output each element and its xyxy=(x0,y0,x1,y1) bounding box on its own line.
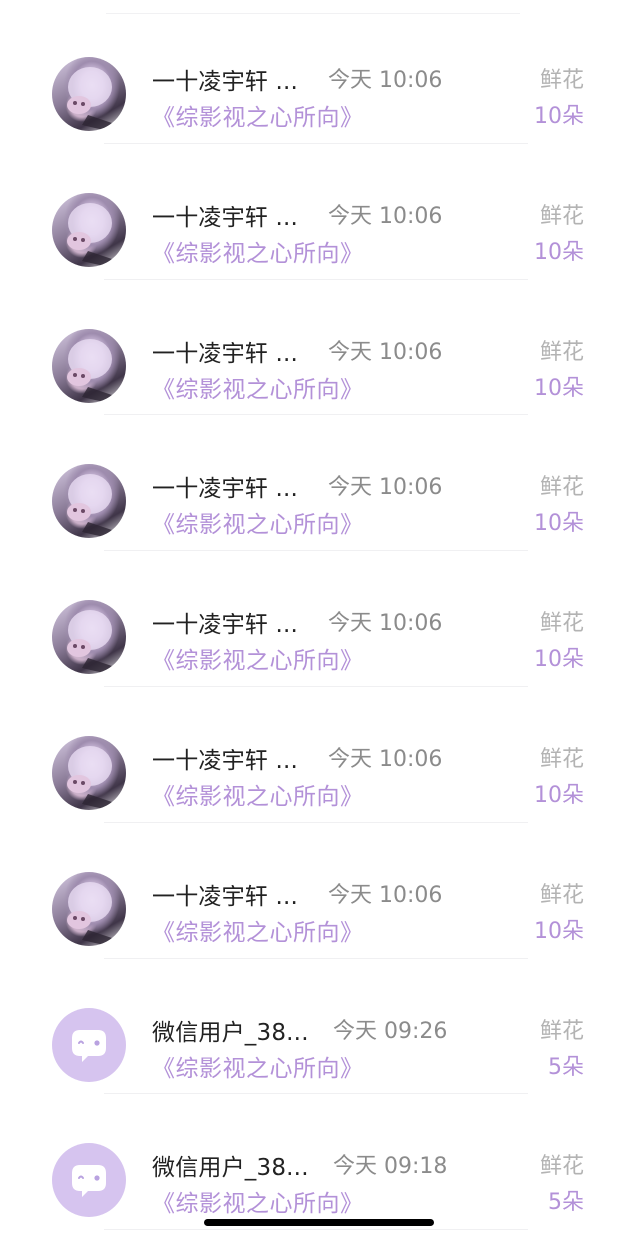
user-avatar[interactable] xyxy=(52,57,126,131)
gift-count: 10朵 xyxy=(534,375,584,401)
book-title-link[interactable]: 《综影视之心所向》 xyxy=(152,505,364,539)
book-title-link[interactable]: 《综影视之心所向》 xyxy=(152,641,364,675)
gift-type: 鲜花 xyxy=(539,1018,584,1044)
gift-count: 10朵 xyxy=(534,104,584,129)
list-item[interactable]: 一十凌宇轩 ... 今天 10:06 《综影视之心所向》 鲜花 10朵 xyxy=(0,550,640,687)
gift-count: 10朵 xyxy=(534,239,584,265)
gift-count: 10朵 xyxy=(534,647,584,673)
user-name: 一十凌宇轩 ... xyxy=(152,612,299,639)
user-avatar[interactable] xyxy=(52,871,126,946)
gift-type: 鲜花 xyxy=(539,746,584,772)
user-name: 一十凌宇轩 ... xyxy=(152,747,299,774)
book-title-link[interactable]: 《综影视之心所向》 xyxy=(152,98,364,132)
gift-type: 鲜花 xyxy=(539,68,584,93)
gift-type: 鲜花 xyxy=(539,203,584,229)
timestamp: 今天 10:06 xyxy=(328,746,443,772)
list-item[interactable]: 一十凌宇轩 ... 今天 10:06 《综影视之心所向》 鲜花 10朵 xyxy=(0,279,640,416)
user-name: 一十凌宇轩 ... xyxy=(152,340,299,367)
user-name: 一十凌宇轩 ... xyxy=(152,476,299,503)
timestamp: 今天 10:06 xyxy=(328,203,443,229)
user-name: 微信用户_38... xyxy=(152,1019,309,1046)
timestamp: 今天 10:06 xyxy=(328,611,443,637)
gift-type: 鲜花 xyxy=(539,475,584,501)
user-name: 一十凌宇轩 ... xyxy=(152,883,299,910)
book-title-link[interactable]: 《综影视之心所向》 xyxy=(152,1184,364,1218)
gift-count: 5朵 xyxy=(548,1054,584,1080)
timestamp: 今天 10:06 xyxy=(328,475,443,501)
gift-type: 鲜花 xyxy=(539,339,584,365)
gift-type: 鲜花 xyxy=(539,882,584,908)
list-item[interactable]: 一十凌宇轩 ... 今天 10:06 《综影视之心所向》 鲜花 10朵 xyxy=(0,143,640,280)
user-avatar[interactable] xyxy=(52,735,126,810)
gift-count: 5朵 xyxy=(548,1190,584,1216)
home-indicator[interactable] xyxy=(204,1219,434,1226)
user-name: 一十凌宇轩 ... xyxy=(152,204,299,231)
list-item[interactable]: 一十凌宇轩 ... 今天 10:06 《综影视之心所向》 鲜花 10朵 xyxy=(0,7,640,144)
list-item[interactable]: 一十凌宇轩 ... 今天 10:06 《综影视之心所向》 鲜花 10朵 xyxy=(0,414,640,551)
timestamp: 今天 10:06 xyxy=(328,339,443,365)
gift-count: 10朵 xyxy=(534,511,584,537)
gift-count: 10朵 xyxy=(534,918,584,944)
timestamp: 今天 10:06 xyxy=(328,68,443,93)
book-title-link[interactable]: 《综影视之心所向》 xyxy=(152,234,364,268)
book-title-link[interactable]: 《综影视之心所向》 xyxy=(152,1049,364,1083)
user-name: 一十凌宇轩 ... xyxy=(152,69,299,95)
user-name: 微信用户_38... xyxy=(152,1155,309,1182)
timestamp: 今天 09:26 xyxy=(333,1018,448,1044)
gift-count: 10朵 xyxy=(534,782,584,808)
timestamp: 今天 09:18 xyxy=(333,1154,448,1180)
user-avatar[interactable] xyxy=(52,600,126,675)
wechat-default-avatar-icon[interactable] xyxy=(52,1143,126,1218)
book-title-link[interactable]: 《综影视之心所向》 xyxy=(152,913,364,947)
user-avatar[interactable] xyxy=(52,464,126,539)
timestamp: 今天 10:06 xyxy=(328,882,443,908)
gift-record-list[interactable]: 一十凌宇轩 ... 今天 10:06 《综影视之心所向》 鲜花 10朵 一十凌宇… xyxy=(0,7,640,1230)
list-item[interactable]: 微信用户_38... 今天 09:26 《综影视之心所向》 鲜花 5朵 xyxy=(0,958,640,1095)
list-item[interactable]: 一十凌宇轩 ... 今天 10:06 《综影视之心所向》 鲜花 10朵 xyxy=(0,822,640,959)
list-item[interactable]: 微信用户_38... 今天 09:18 《综影视之心所向》 鲜花 5朵 xyxy=(0,1093,640,1230)
gift-type: 鲜花 xyxy=(539,1154,584,1180)
wechat-default-avatar-icon[interactable] xyxy=(52,1007,126,1082)
user-avatar[interactable] xyxy=(52,192,126,267)
list-item[interactable]: 一十凌宇轩 ... 今天 10:06 《综影视之心所向》 鲜花 10朵 xyxy=(0,686,640,823)
user-avatar[interactable] xyxy=(52,328,126,403)
book-title-link[interactable]: 《综影视之心所向》 xyxy=(152,777,364,811)
book-title-link[interactable]: 《综影视之心所向》 xyxy=(152,370,364,404)
gift-type: 鲜花 xyxy=(539,611,584,637)
